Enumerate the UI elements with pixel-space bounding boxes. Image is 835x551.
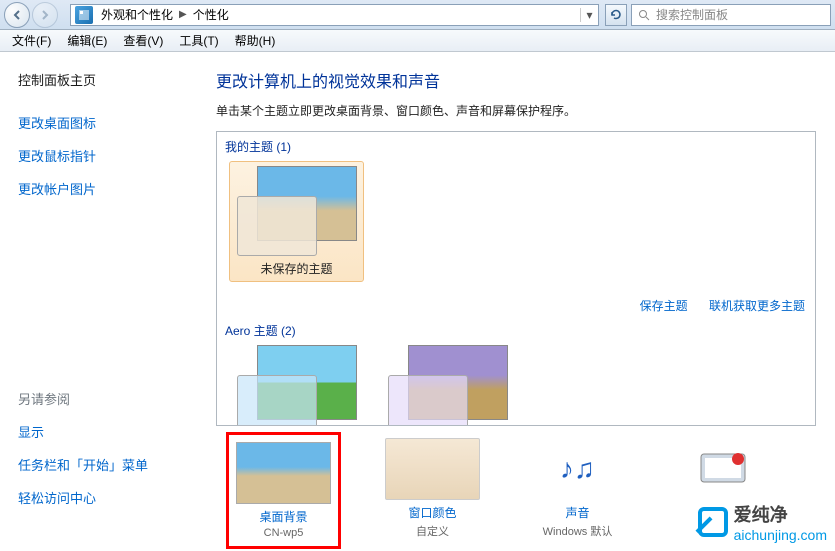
window-color-thumb [385,438,480,500]
watermark-brand: 爱纯净 [734,501,827,527]
watermark: 爱纯净 aichunjing.com [698,501,827,543]
theme-aero-2[interactable] [380,345,515,426]
sidebar-taskbar[interactable]: 任务栏和「开始」菜单 [18,455,200,474]
address-bar[interactable]: 外观和个性化 ▶ 个性化 ▾ [70,4,599,26]
page-heading: 更改计算机上的视觉效果和声音 [216,68,835,92]
sound-label: 声音 [530,504,625,521]
watermark-logo-icon [698,507,728,537]
desktop-background-label: 桌面背景 [236,508,331,525]
sidebar-account-picture[interactable]: 更改帐户图片 [18,179,200,198]
sound-option[interactable]: ♪♫ 声音 Windows 默认 [530,438,625,543]
search-icon [636,7,652,23]
refresh-button[interactable] [605,4,627,26]
control-panel-icon [75,6,93,24]
title-bar: 外观和个性化 ▶ 个性化 ▾ 搜索控制面板 [0,0,835,30]
desktop-background-option[interactable]: 桌面背景 CN-wp5 [232,438,335,543]
sidebar-ease[interactable]: 轻松访问中心 [18,488,200,507]
themes-panel: 我的主题 (1) 未保存的主题 保存主题 联机获取更多主题 Aero 主题 (2… [216,131,816,426]
window-color-sub: 自定义 [385,523,480,539]
menu-bar: 文件(F) 编辑(E) 查看(V) 工具(T) 帮助(H) [0,30,835,52]
watermark-url: aichunjing.com [734,527,827,543]
desktop-background-sub: CN-wp5 [236,527,331,539]
main-layout: 控制面板主页 更改桌面图标 更改鼠标指针 更改帐户图片 另请参阅 显示 任务栏和… [0,52,835,551]
aero-themes-title: Aero 主题 (2) [217,316,815,341]
see-also-label: 另请参阅 [18,389,200,408]
theme-aero-1[interactable] [229,345,364,426]
theme-thumb-aero-2 [388,345,508,426]
my-themes-title: 我的主题 (1) [217,132,815,157]
menu-view[interactable]: 查看(V) [115,32,171,49]
menu-edit[interactable]: 编辑(E) [59,32,115,49]
menu-tools[interactable]: 工具(T) [171,32,226,49]
breadcrumb-seg1[interactable]: 外观和个性化 [97,6,177,23]
theme-thumb-aero-1 [237,345,357,426]
sound-icon: ♪♫ [530,438,625,500]
sidebar-display[interactable]: 显示 [18,422,200,441]
search-input[interactable]: 搜索控制面板 [631,4,831,26]
menu-file[interactable]: 文件(F) [4,32,59,49]
sound-sub: Windows 默认 [530,523,625,539]
chevron-right-icon: ▶ [177,9,189,20]
sidebar: 控制面板主页 更改桌面图标 更改鼠标指针 更改帐户图片 另请参阅 显示 任务栏和… [0,52,200,551]
screensaver-icon [675,438,770,500]
window-color-label: 窗口颜色 [385,504,480,521]
theme-unsaved[interactable]: 未保存的主题 [229,161,364,282]
page-description: 单击某个主题立即更改桌面背景、窗口颜色、声音和屏幕保护程序。 [216,102,835,119]
forward-button[interactable] [32,2,58,28]
get-more-themes-link[interactable]: 联机获取更多主题 [709,299,805,313]
sidebar-home[interactable]: 控制面板主页 [18,70,200,89]
menu-help[interactable]: 帮助(H) [227,32,284,49]
theme-thumb-unsaved [237,166,357,256]
breadcrumb-seg2[interactable]: 个性化 [189,6,233,23]
desktop-background-thumb [236,442,331,504]
address-dropdown[interactable]: ▾ [580,8,598,22]
window-color-option[interactable]: 窗口颜色 自定义 [385,438,480,543]
nav-buttons [0,0,64,30]
save-theme-link[interactable]: 保存主题 [640,299,688,313]
search-placeholder: 搜索控制面板 [656,6,728,23]
back-button[interactable] [4,2,30,28]
theme-links: 保存主题 联机获取更多主题 [622,297,805,314]
theme-label-unsaved: 未保存的主题 [234,260,359,277]
content-area: 更改计算机上的视觉效果和声音 单击某个主题立即更改桌面背景、窗口颜色、声音和屏幕… [200,52,835,551]
sidebar-mouse-pointers[interactable]: 更改鼠标指针 [18,146,200,165]
sidebar-desktop-icons[interactable]: 更改桌面图标 [18,113,200,132]
